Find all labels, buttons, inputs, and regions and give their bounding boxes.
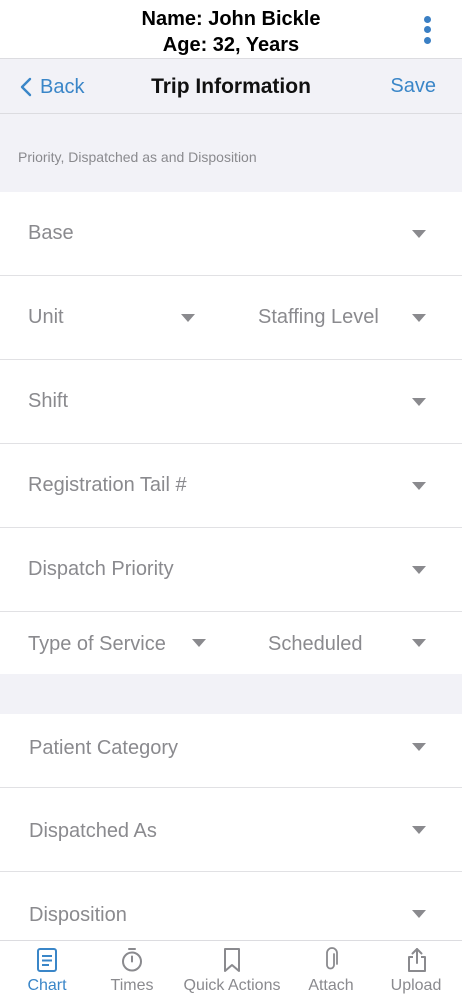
caret-down-icon bbox=[412, 566, 426, 574]
caret-down-icon bbox=[412, 826, 426, 834]
caret-down-icon bbox=[412, 314, 426, 322]
caret-down-icon bbox=[181, 314, 195, 322]
caret-down-icon bbox=[412, 230, 426, 238]
caret-down-icon bbox=[412, 910, 426, 918]
tab-bar: Chart Times Quick Actions Attach Upload bbox=[0, 940, 462, 1000]
dispatch-priority-row: Dispatch Priority bbox=[0, 528, 462, 612]
dispatch-priority-label: Dispatch Priority bbox=[28, 558, 174, 580]
patient-category-label: Patient Category bbox=[29, 737, 178, 759]
dispatch-priority-dropdown[interactable]: Dispatch Priority bbox=[0, 528, 462, 612]
paperclip-icon bbox=[326, 947, 338, 970]
registration-tail-dropdown[interactable]: Registration Tail # bbox=[0, 444, 462, 528]
caret-down-icon bbox=[412, 639, 426, 647]
share-icon bbox=[408, 948, 426, 972]
more-options-icon[interactable] bbox=[416, 14, 438, 46]
dispatched-as-row: Dispatched As bbox=[0, 788, 462, 872]
type-of-service-label: Type of Service bbox=[28, 633, 166, 655]
tab-attach-label: Attach bbox=[308, 977, 354, 994]
base-row: Base bbox=[0, 192, 462, 276]
unit-label: Unit bbox=[28, 306, 64, 328]
save-button[interactable]: Save bbox=[390, 75, 436, 98]
staffing-level-label: Staffing Level bbox=[258, 306, 379, 328]
back-label: Back bbox=[40, 75, 85, 98]
dispatched-as-label: Dispatched As bbox=[29, 820, 157, 842]
shift-dropdown[interactable]: Shift bbox=[0, 360, 462, 444]
base-dropdown[interactable]: Base bbox=[0, 192, 462, 276]
scheduled-dropdown[interactable]: Scheduled bbox=[240, 612, 462, 674]
staffing-level-dropdown[interactable]: Staffing Level bbox=[240, 276, 462, 360]
bookmark-icon bbox=[224, 948, 240, 972]
unit-dropdown[interactable]: Unit bbox=[0, 276, 220, 360]
section-header: Priority, Dispatched as and Disposition bbox=[0, 114, 462, 192]
unit-staffing-row: Unit Staffing Level bbox=[0, 276, 462, 360]
tab-upload-label: Upload bbox=[390, 977, 442, 994]
tab-attach[interactable]: Attach bbox=[294, 941, 368, 1000]
registration-tail-row: Registration Tail # bbox=[0, 444, 462, 528]
disposition-dropdown[interactable]: Disposition bbox=[0, 872, 462, 940]
tab-chart-label: Chart bbox=[27, 977, 67, 994]
shift-label: Shift bbox=[28, 390, 69, 412]
scheduled-label: Scheduled bbox=[268, 633, 363, 655]
patient-name: Name: John Bickle bbox=[141, 8, 321, 30]
shift-row: Shift bbox=[0, 360, 462, 444]
navigation-bar: Back Trip Information Save bbox=[0, 58, 462, 114]
section-spacer bbox=[0, 674, 462, 714]
disposition-label: Disposition bbox=[29, 904, 127, 926]
caret-down-icon bbox=[412, 398, 426, 406]
registration-tail-label: Registration Tail # bbox=[28, 474, 187, 496]
stopwatch-icon bbox=[122, 948, 142, 972]
caret-down-icon bbox=[412, 482, 426, 490]
document-icon bbox=[37, 948, 57, 972]
patient-header: Name: John Bickle Age: 32, Years bbox=[0, 0, 462, 58]
patient-category-row: Patient Category bbox=[0, 714, 462, 788]
back-button[interactable]: Back bbox=[20, 75, 84, 99]
caret-down-icon bbox=[192, 639, 206, 647]
tab-quick-actions[interactable]: Quick Actions bbox=[170, 941, 294, 1000]
tab-times-label: Times bbox=[110, 977, 154, 994]
dispatched-as-dropdown[interactable]: Dispatched As bbox=[0, 788, 462, 872]
type-of-service-row: Type of Service Scheduled bbox=[0, 612, 462, 674]
type-of-service-dropdown[interactable]: Type of Service bbox=[0, 612, 230, 674]
caret-down-icon bbox=[412, 743, 426, 751]
patient-category-dropdown[interactable]: Patient Category bbox=[0, 714, 462, 788]
disposition-row: Disposition bbox=[0, 872, 462, 940]
tab-times[interactable]: Times bbox=[94, 941, 170, 1000]
tab-quick-actions-label: Quick Actions bbox=[183, 977, 281, 994]
tab-chart[interactable]: Chart bbox=[0, 941, 94, 1000]
patient-age: Age: 32, Years bbox=[162, 34, 300, 56]
section-header-label: Priority, Dispatched as and Disposition bbox=[18, 149, 257, 165]
base-label: Base bbox=[28, 222, 74, 244]
chevron-left-icon bbox=[20, 77, 32, 97]
tab-upload[interactable]: Upload bbox=[370, 941, 462, 1000]
